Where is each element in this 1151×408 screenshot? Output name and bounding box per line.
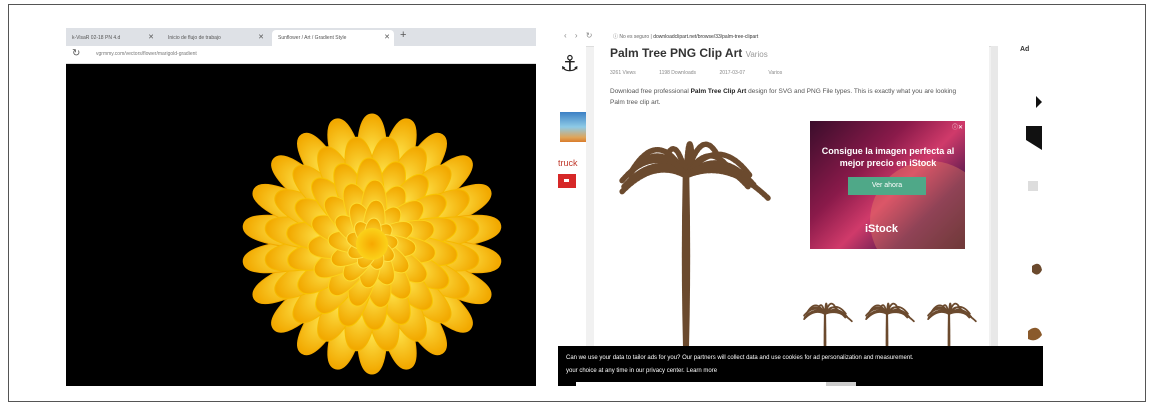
page-title: Palm Tree PNG Clip Art Varios: [610, 46, 768, 60]
flag-icon[interactable]: [558, 174, 576, 188]
close-icon[interactable]: ✕: [384, 30, 390, 46]
left-browser-window: k-VisaR 02-18 PN 4.d ✕ Inicio de flujo d…: [66, 28, 536, 386]
tab-3-active[interactable]: Sunflower / Art / Gradient Style ✕: [272, 30, 394, 46]
new-tab-icon[interactable]: +: [400, 29, 406, 41]
right-sidebar: Ad: [998, 46, 1043, 386]
tab-label: k-VisaR 02-18 PN 4.d: [72, 35, 121, 41]
author: Varios: [768, 70, 783, 76]
istock-advertisement[interactable]: ⓘ✕ Consigue la imagen perfecta al mejor …: [810, 121, 965, 249]
date: 2017-03-07: [719, 70, 746, 76]
views-count: 3261 Views: [610, 70, 636, 76]
cookie-line-1: Can we use your data to tailor ads for y…: [566, 355, 914, 361]
ad-headline: Consigue la imagen perfecta al mejor pre…: [821, 146, 955, 168]
ad-cta-button[interactable]: Ver ahora: [848, 177, 926, 195]
landscape-thumbnail[interactable]: [560, 112, 586, 142]
marigold-flower-image: [242, 113, 502, 375]
close-icon[interactable]: ✕: [148, 30, 154, 46]
big-palm-tree: [618, 141, 772, 374]
url-text: ⓘ No es seguro | downloadclipart.net/bro…: [613, 34, 759, 40]
url-value: downloadclipart.net/browse/33/palm-tree-…: [653, 34, 759, 40]
right-browser-window: ‹ › ↻ ⓘ No es seguro | downloadclipart.n…: [558, 28, 1043, 386]
tab-label: Sunflower / Art / Gradient Style: [278, 35, 347, 41]
palm-tree: [618, 141, 772, 374]
cookie-line-2[interactable]: your choice at any time in our privacy c…: [566, 365, 1043, 378]
desc-bold: Palm Tree Clip Art: [690, 88, 747, 95]
istock-logo: iStock: [865, 223, 899, 235]
anchor-icon[interactable]: ⚓: [560, 52, 580, 77]
close-icon[interactable]: ✕: [258, 30, 264, 46]
ad-info-icon[interactable]: ⓘ✕: [952, 122, 963, 131]
flower-image-canvas: [66, 64, 536, 386]
title-suffix: Varios: [745, 50, 768, 59]
url-security-label: No es seguro: [619, 34, 650, 40]
flower-center: [356, 228, 388, 260]
meta-row: 3261 Views 1198 Downloads 2017-03-07 Var…: [610, 70, 804, 76]
left-address-bar[interactable]: ↻ vgrmmy.com/vectors/flower/marigold-gra…: [66, 46, 536, 64]
cookie-text: Can we use your data to tailor ads for y…: [566, 352, 1043, 378]
sidebar-silhouettes: [1026, 96, 1042, 341]
nav-arrows-icon[interactable]: ‹ › ↻: [564, 31, 595, 40]
tab-1[interactable]: k-VisaR 02-18 PN 4.d ✕: [66, 30, 158, 46]
left-sidebar: ⚓ truck: [558, 46, 586, 386]
url-text: vgrmmy.com/vectors/flower/marigold-gradi…: [96, 51, 197, 57]
scrollbar[interactable]: [991, 46, 998, 386]
cookie-consent-banner: Can we use your data to tailor ads for y…: [558, 346, 1043, 386]
reload-icon[interactable]: ↻: [72, 48, 80, 59]
main-content: Palm Tree PNG Clip Art Varios 3261 Views…: [594, 46, 989, 386]
cookie-button-strip[interactable]: [576, 382, 856, 386]
sidebar-label: Ad: [1020, 46, 1030, 53]
description: Download free professional Palm Tree Cli…: [610, 86, 960, 108]
tab-label: Inicio de flujo de trabajo: [168, 35, 221, 41]
cookie-accept-button[interactable]: [826, 382, 856, 386]
desc-pre: Download free professional: [610, 88, 691, 95]
ad-background-shape: [870, 161, 965, 249]
right-address-bar[interactable]: ‹ › ↻ ⓘ No es seguro | downloadclipart.n…: [558, 28, 1043, 47]
tab-2[interactable]: Inicio de flujo de trabajo ✕: [162, 30, 268, 46]
downloads-count: 1198 Downloads: [659, 70, 697, 76]
left-tab-strip: k-VisaR 02-18 PN 4.d ✕ Inicio de flujo d…: [66, 28, 536, 46]
truck-label[interactable]: truck: [558, 158, 578, 168]
title-text: Palm Tree PNG Clip Art: [610, 46, 743, 60]
